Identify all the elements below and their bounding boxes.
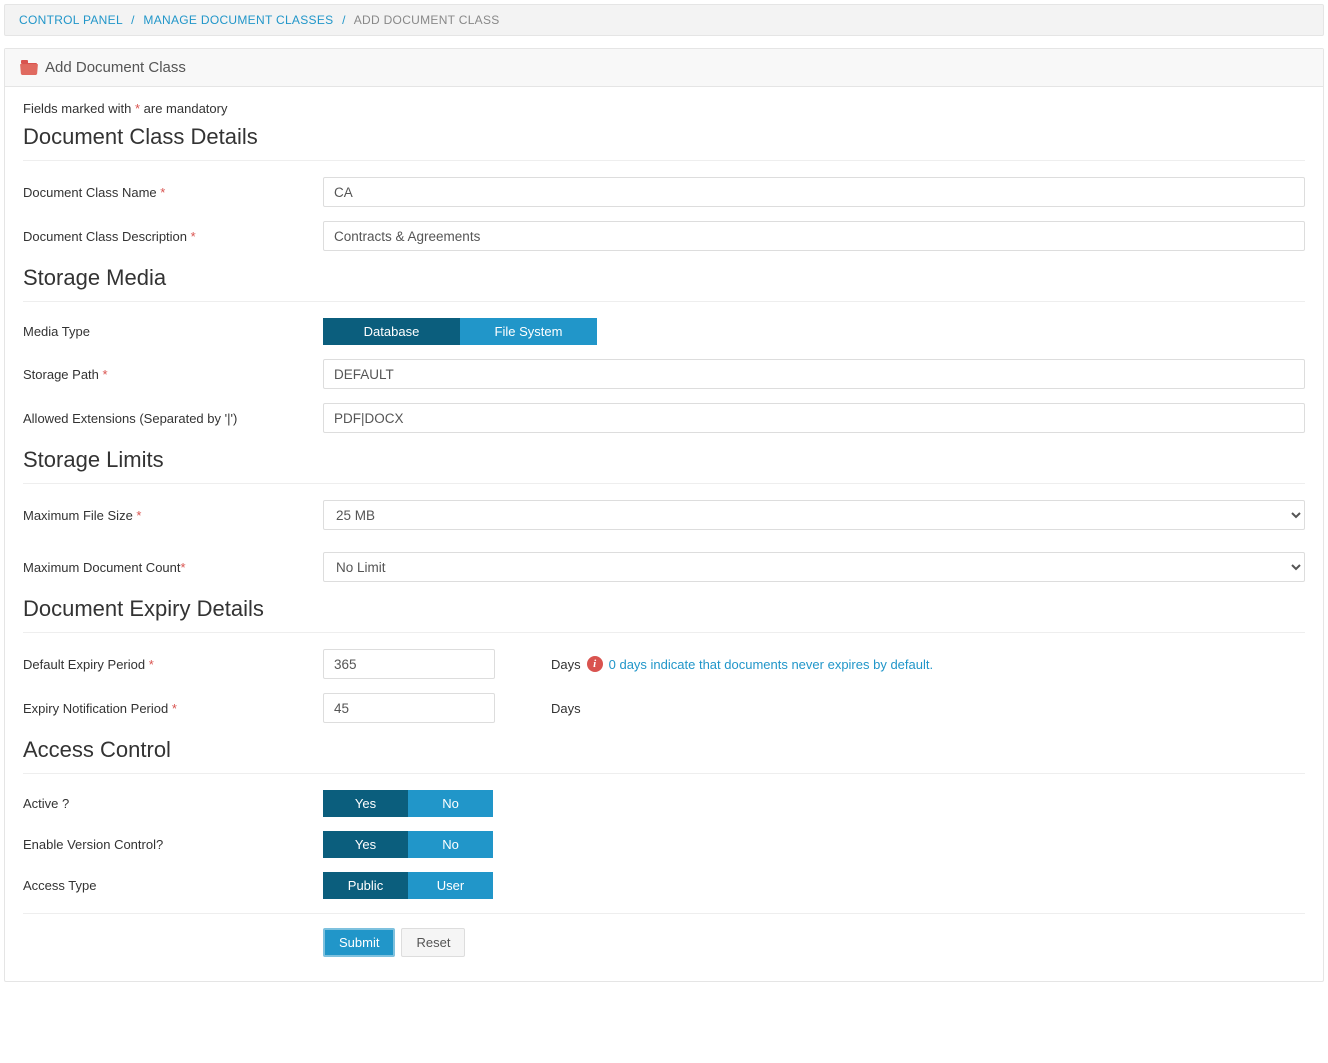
info-icon: i xyxy=(587,656,603,672)
label-version-control: Enable Version Control? xyxy=(23,837,323,852)
button-row: Submit Reset xyxy=(23,913,1305,957)
section-access-title: Access Control xyxy=(23,737,1305,763)
input-default-expiry[interactable] xyxy=(323,649,495,679)
divider xyxy=(23,773,1305,774)
submit-button[interactable]: Submit xyxy=(323,928,395,957)
label-allowed-ext: Allowed Extensions (Separated by '|') xyxy=(23,411,323,426)
select-max-file-size[interactable]: 25 MB xyxy=(323,500,1305,530)
reset-button[interactable]: Reset xyxy=(401,928,465,957)
section-expiry-title: Document Expiry Details xyxy=(23,596,1305,622)
toggle-version-no[interactable]: No xyxy=(408,831,493,858)
days-label: Days xyxy=(551,657,581,672)
input-class-desc[interactable] xyxy=(323,221,1305,251)
select-max-doc-count[interactable]: No Limit xyxy=(323,552,1305,582)
toggle-filesystem[interactable]: File System xyxy=(460,318,597,345)
divider xyxy=(23,483,1305,484)
panel-header: Add Document Class xyxy=(5,49,1323,87)
section-details-title: Document Class Details xyxy=(23,124,1305,150)
label-max-file-size: Maximum File Size * xyxy=(23,508,323,523)
label-class-desc: Document Class Description * xyxy=(23,229,323,244)
divider xyxy=(23,632,1305,633)
toggle-database[interactable]: Database xyxy=(323,318,460,345)
divider xyxy=(23,160,1305,161)
mandatory-note: Fields marked with * are mandatory xyxy=(23,101,1305,116)
toggle-media-type: Database File System xyxy=(323,318,597,345)
label-default-expiry: Default Expiry Period * xyxy=(23,657,323,672)
main-panel: Add Document Class Fields marked with * … xyxy=(4,48,1324,982)
section-storage-limits-title: Storage Limits xyxy=(23,447,1305,473)
days-label: Days xyxy=(551,701,581,716)
label-max-doc-count: Maximum Document Count* xyxy=(23,560,323,575)
folder-open-icon xyxy=(21,63,37,75)
panel-title: Add Document Class xyxy=(45,59,186,76)
toggle-active: Yes No xyxy=(323,790,493,817)
expiry-help-text: 0 days indicate that documents never exp… xyxy=(609,657,933,672)
breadcrumb-current: ADD DOCUMENT CLASS xyxy=(354,13,500,27)
label-access-type: Access Type xyxy=(23,878,323,893)
label-expiry-notif: Expiry Notification Period * xyxy=(23,701,323,716)
toggle-active-no[interactable]: No xyxy=(408,790,493,817)
breadcrumb-sep: / xyxy=(131,13,135,27)
section-storage-media-title: Storage Media xyxy=(23,265,1305,291)
breadcrumb-sep: / xyxy=(342,13,346,27)
label-storage-path: Storage Path * xyxy=(23,367,323,382)
breadcrumb-manage-doc-classes[interactable]: MANAGE DOCUMENT CLASSES xyxy=(143,13,333,27)
breadcrumb-control-panel[interactable]: CONTROL PANEL xyxy=(19,13,122,27)
toggle-access-public[interactable]: Public xyxy=(323,872,408,899)
toggle-access-type: Public User xyxy=(323,872,493,899)
label-class-name: Document Class Name * xyxy=(23,185,323,200)
toggle-version-yes[interactable]: Yes xyxy=(323,831,408,858)
toggle-active-yes[interactable]: Yes xyxy=(323,790,408,817)
label-media-type: Media Type xyxy=(23,324,323,339)
label-active: Active ? xyxy=(23,796,323,811)
toggle-version-control: Yes No xyxy=(323,831,493,858)
toggle-access-user[interactable]: User xyxy=(408,872,493,899)
input-expiry-notif[interactable] xyxy=(323,693,495,723)
input-class-name[interactable] xyxy=(323,177,1305,207)
breadcrumb: CONTROL PANEL / MANAGE DOCUMENT CLASSES … xyxy=(4,4,1324,36)
input-allowed-ext[interactable] xyxy=(323,403,1305,433)
input-storage-path[interactable] xyxy=(323,359,1305,389)
divider xyxy=(23,301,1305,302)
